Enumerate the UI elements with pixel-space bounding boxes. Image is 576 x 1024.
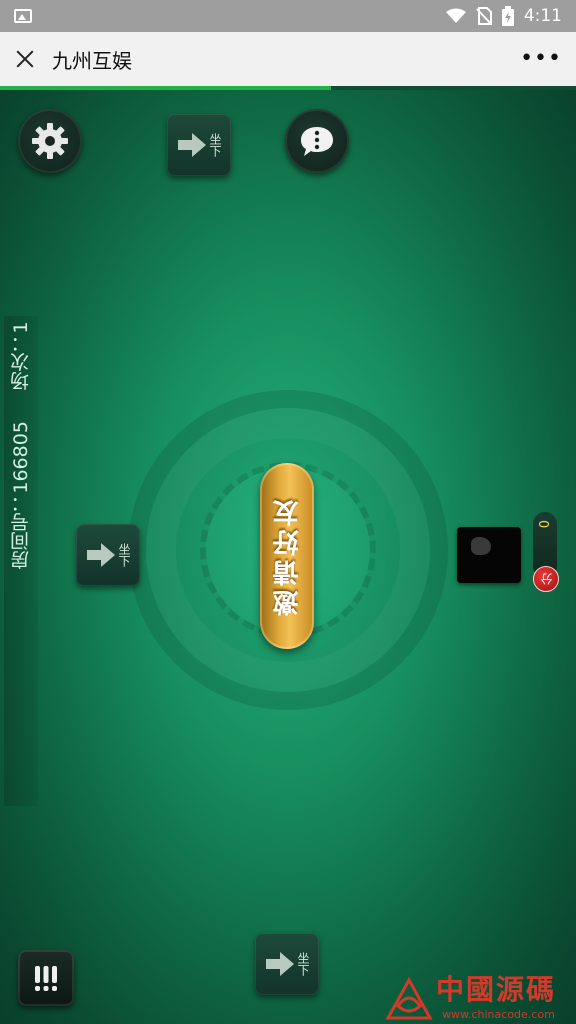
invite-friends-label: 邀请好友 [272, 496, 303, 616]
watermark-text: 中國源碼 [436, 973, 557, 1006]
chat-button[interactable] [285, 109, 349, 173]
status-time: 4:11 [523, 6, 562, 26]
image-icon [14, 9, 32, 23]
status-bar: 4:11 [0, 0, 576, 32]
seat-top-button[interactable]: 坐下 [167, 114, 231, 176]
score-unit: 分 [539, 573, 554, 585]
settings-button[interactable] [18, 109, 82, 173]
wifi-icon [445, 8, 466, 23]
seat-label: 坐下 [208, 133, 222, 157]
game-table: 坐下 坐下 坐下 房间号：166805 场次：1 邀请好友 0 分 [0, 90, 576, 1024]
watermark-logo-icon [385, 976, 433, 1020]
arrow-right-icon [266, 952, 294, 976]
close-icon[interactable] [14, 48, 36, 70]
room-number: 房间号：166805 [10, 421, 32, 570]
player-score: 0 [537, 520, 553, 529]
watermark: 中國源碼 www.chinacode.com [384, 976, 572, 1022]
page-title: 九州互娱 [52, 48, 132, 73]
player-avatar[interactable] [457, 527, 521, 583]
score-unit-badge: 分 [533, 566, 559, 592]
gear-icon [32, 123, 68, 159]
no-sim-icon [476, 7, 492, 25]
menu-icon [35, 966, 57, 991]
invite-friends-button[interactable]: 邀请好友 [260, 463, 314, 649]
arrow-right-icon [178, 133, 206, 157]
arrow-right-icon [87, 543, 115, 567]
chat-icon [301, 127, 333, 156]
round-number: 场次：1 [10, 322, 32, 392]
watermark-url: www.chinacode.com [442, 1008, 555, 1021]
room-info-panel: 房间号：166805 场次：1 [4, 316, 38, 806]
seat-left-button[interactable]: 坐下 [76, 524, 140, 586]
title-bar: 九州互娱 ••• [0, 32, 576, 86]
seat-bottom-button[interactable]: 坐下 [255, 933, 319, 995]
menu-button[interactable] [18, 950, 74, 1006]
more-icon[interactable]: ••• [520, 48, 562, 70]
avatar-image [471, 537, 491, 555]
seat-label: 坐下 [117, 543, 131, 567]
battery-icon [501, 6, 514, 26]
seat-label: 坐下 [296, 952, 310, 976]
